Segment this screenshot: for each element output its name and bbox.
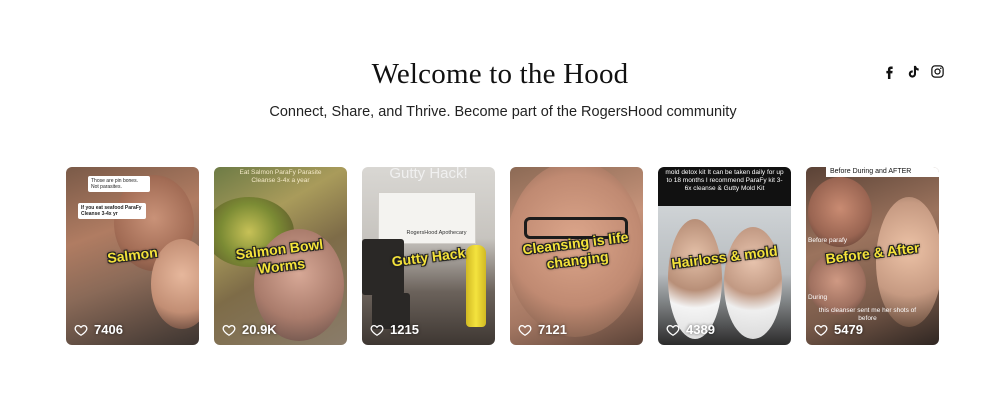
video-overlay-text: Eat Salmon ParaFy Parasite Cleanse 3-4x … — [239, 169, 322, 184]
like-count-value: 5479 — [834, 322, 863, 337]
like-count: 1215 — [370, 322, 419, 337]
person-image — [668, 219, 722, 339]
video-card-cleansing[interactable]: Cleansing is life changing 7121 — [510, 167, 643, 345]
heart-icon — [666, 324, 680, 336]
like-count-value: 7406 — [94, 322, 123, 337]
video-card-before-after[interactable]: Before During and AFTER Before parafy Du… — [806, 167, 939, 345]
comment-note: Those are pin bones. Not parasites. — [88, 176, 150, 192]
like-count-value: 20.9K — [242, 322, 277, 337]
like-count: 7121 — [518, 322, 567, 337]
comment-note: If you eat seafood ParaFy Cleanse 3-4x y… — [78, 203, 146, 219]
side-label: Before parafy — [808, 237, 848, 244]
heart-icon — [222, 324, 236, 336]
heart-icon — [518, 324, 532, 336]
heart-icon — [814, 324, 828, 336]
like-count: 7406 — [74, 322, 123, 337]
video-card-gutty-hack[interactable]: Gutty Hack! RogersHood Apothecary Gutty … — [362, 167, 495, 345]
like-count: 5479 — [814, 322, 863, 337]
like-count-value: 1215 — [390, 322, 419, 337]
video-overlay-text: Gutty Hack! — [389, 167, 468, 182]
heart-icon — [370, 324, 384, 336]
product-label: RogersHood Apothecary — [406, 230, 467, 236]
video-card-hairloss-mold[interactable]: mold detox kit It can be taken daily for… — [658, 167, 791, 345]
heart-icon — [74, 324, 88, 336]
instagram-icon[interactable] — [930, 64, 945, 79]
video-overlay-text: Before During and AFTER — [826, 167, 939, 177]
video-overlay-text: mold detox kit It can be taken daily for… — [665, 169, 784, 192]
side-label: During — [808, 294, 828, 301]
tiktok-icon[interactable] — [906, 64, 921, 79]
like-count-value: 7121 — [538, 322, 567, 337]
like-count: 4389 — [666, 322, 715, 337]
like-count-value: 4389 — [686, 322, 715, 337]
video-card-salmon-bowl-worms[interactable]: Eat Salmon ParaFy Parasite Cleanse 3-4x … — [214, 167, 347, 345]
page-title: Welcome to the Hood — [371, 58, 629, 90]
video-overlay-text: this cleanser sent me her shots of befor… — [818, 307, 917, 322]
social-links — [882, 64, 945, 79]
facebook-icon[interactable] — [882, 64, 897, 79]
video-card-salmon[interactable]: Those are pin bones. Not parasites. If y… — [66, 167, 199, 345]
like-count: 20.9K — [222, 322, 277, 337]
page-subtitle: Connect, Share, and Thrive. Become part … — [269, 104, 737, 120]
